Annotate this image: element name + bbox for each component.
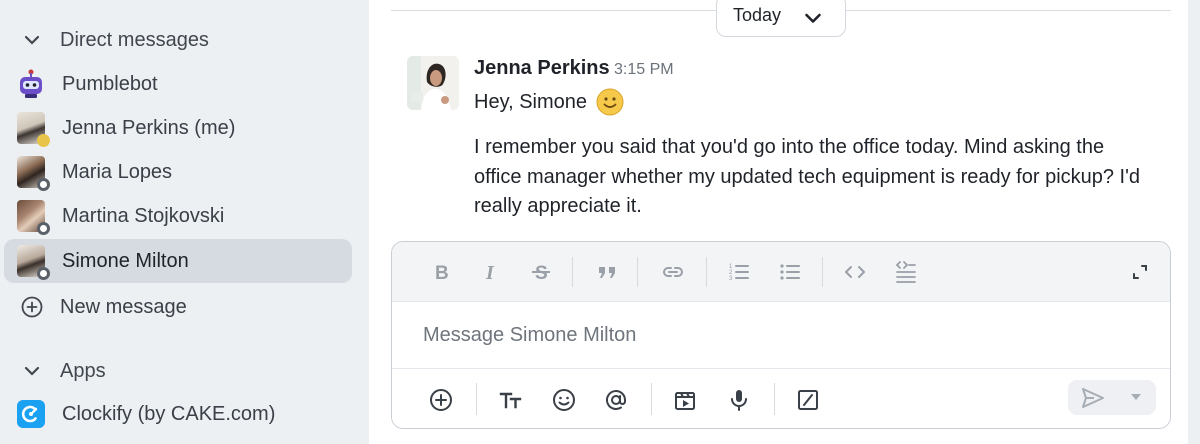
voice-message-button[interactable]: [725, 386, 753, 414]
mention-button[interactable]: [602, 386, 630, 414]
new-message-label: New message: [60, 295, 187, 318]
bot-avatar: [17, 68, 45, 100]
formatting-toolbar: B I S 123: [392, 242, 1170, 302]
code-block-button[interactable]: [892, 258, 920, 286]
sidebar-item-label: Simone Milton: [62, 249, 189, 272]
toolbar-separator: [822, 257, 823, 287]
at-sign-icon: [606, 390, 626, 410]
message-timestamp: 3:15 PM: [614, 61, 674, 78]
svg-text:S: S: [535, 263, 548, 284]
plus-circle-icon: [21, 296, 43, 318]
offline-status-icon: [37, 222, 50, 235]
apps-label: Apps: [60, 359, 106, 382]
composer-action-bar: [392, 368, 1170, 428]
slash-command-button[interactable]: [794, 386, 822, 414]
expand-icon: [1133, 265, 1147, 279]
smile-emoji-icon: [596, 88, 624, 116]
svg-text:3: 3: [729, 276, 733, 282]
chevron-down-icon: [24, 35, 40, 45]
bullet-list-icon: [780, 264, 800, 280]
clockify-logo: [17, 400, 45, 428]
offline-status-icon: [37, 267, 50, 280]
slash-command-icon: [798, 390, 818, 410]
toolbar-separator: [637, 257, 638, 287]
toolbar-separator: [476, 383, 477, 415]
sidebar-item-simone-milton[interactable]: Simone Milton: [4, 239, 352, 283]
avatar: [17, 156, 50, 191]
code-icon: [845, 266, 865, 278]
send-button-group: [1068, 380, 1156, 415]
robot-icon: [20, 69, 42, 98]
svg-text:B: B: [435, 263, 449, 284]
sidebar-item-label: Jenna Perkins (me): [62, 116, 236, 139]
svg-text:I: I: [485, 262, 495, 284]
strikethrough-button[interactable]: S: [527, 258, 555, 286]
date-label: Today: [733, 5, 782, 25]
message-author[interactable]: Jenna Perkins: [474, 57, 610, 80]
text-format-icon: [499, 392, 522, 409]
message-greeting: Hey, Simone: [474, 90, 588, 113]
message-body: I remember you said that you'd go into t…: [474, 136, 1141, 217]
toolbar-separator: [572, 257, 573, 287]
italic-button[interactable]: I: [477, 258, 505, 286]
author-avatar[interactable]: [407, 56, 459, 110]
video-clip-button[interactable]: [671, 386, 699, 414]
sidebar-item-clockify[interactable]: Clockify (by CAKE.com): [4, 392, 352, 436]
date-jump-button[interactable]: Today: [716, 0, 846, 37]
microphone-icon: [731, 390, 747, 411]
chevron-down-icon: [805, 13, 821, 23]
avatar: [17, 200, 50, 235]
toolbar-separator: [651, 383, 652, 415]
link-button[interactable]: [659, 258, 687, 286]
toolbar-separator: [774, 383, 775, 415]
clockify-icon: [21, 405, 38, 423]
emoji-button[interactable]: [550, 386, 578, 414]
message-composer: B I S 123: [391, 241, 1171, 429]
sidebar: Direct messages Pumblebot Jenna Perkins …: [0, 0, 369, 444]
sidebar-item-pumblebot[interactable]: Pumblebot: [4, 62, 352, 106]
strikethrough-icon: S: [532, 263, 550, 284]
ordered-list-button[interactable]: 123: [725, 258, 753, 286]
code-block-icon: [895, 261, 916, 283]
code-button[interactable]: [841, 258, 869, 286]
avatar: [17, 112, 50, 147]
quote-icon: [599, 267, 615, 278]
add-attachment-button[interactable]: [427, 386, 455, 414]
sidebar-item-label: Pumblebot: [62, 72, 158, 95]
bold-icon: B: [435, 263, 449, 284]
avatar: [17, 245, 50, 280]
sidebar-item-jenna-perkins[interactable]: Jenna Perkins (me): [4, 106, 352, 150]
numbered-list-icon: 123: [729, 264, 749, 282]
direct-messages-label: Direct messages: [60, 28, 209, 51]
bullet-list-button[interactable]: [776, 258, 804, 286]
video-clip-icon: [675, 392, 695, 410]
italic-icon: I: [485, 262, 495, 284]
author-photo: [407, 56, 459, 110]
toolbar-separator: [706, 257, 707, 287]
send-icon[interactable]: [1080, 385, 1106, 411]
expand-composer-button[interactable]: [1126, 258, 1154, 286]
sidebar-item-maria-lopes[interactable]: Maria Lopes: [4, 150, 352, 194]
offline-status-icon: [37, 178, 50, 191]
caret-down-icon[interactable]: [1130, 392, 1142, 402]
sidebar-item-martina-stojkovski[interactable]: Martina Stojkovski: [4, 194, 352, 238]
sidebar-item-label: Maria Lopes: [62, 160, 173, 183]
apps-header[interactable]: Apps: [0, 353, 106, 389]
sidebar-item-label: Martina Stojkovski: [62, 204, 225, 227]
link-icon: [663, 267, 683, 277]
sidebar-item-label: Clockify (by CAKE.com): [62, 402, 276, 425]
message-greeting-line: Hey, Simone: [474, 88, 624, 116]
direct-messages-header[interactable]: Direct messages: [0, 22, 209, 58]
online-status-icon: [37, 134, 50, 147]
bold-button[interactable]: B: [427, 258, 455, 286]
new-message-button[interactable]: New message: [0, 287, 187, 327]
quote-button[interactable]: [593, 258, 621, 286]
smile-icon: [553, 389, 575, 411]
scrollbar-track[interactable]: [1188, 0, 1200, 444]
text-format-button[interactable]: [497, 386, 525, 414]
message-input[interactable]: [392, 303, 1170, 367]
plus-circle-icon: [430, 389, 452, 411]
chevron-down-icon: [24, 366, 40, 376]
